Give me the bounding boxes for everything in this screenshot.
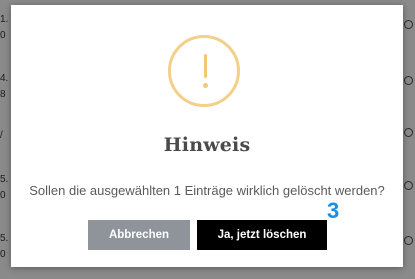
background-text-fragment: 4.	[0, 73, 9, 84]
dialog-message: Sollen die ausgewählten 1 Einträge wirkl…	[29, 183, 385, 198]
background-text-fragment: 8	[0, 89, 6, 100]
background-radio-icon	[404, 128, 413, 137]
step-number-annotation: 3	[327, 198, 340, 223]
background-text-fragment: 0	[0, 30, 6, 41]
background-text-fragment: 1.	[0, 14, 9, 25]
background-radio-icon	[404, 76, 413, 85]
background-radio-icon	[404, 236, 413, 245]
background-text-fragment: 0	[0, 190, 6, 201]
confirm-delete-dialog: Hinweis Sollen die ausgewählten 1 Einträ…	[11, 5, 403, 267]
background-text-fragment: /	[0, 130, 3, 141]
background-text-fragment: 0	[0, 249, 6, 260]
background-text-fragment: 5.	[0, 174, 9, 185]
background-radio-icon	[404, 20, 413, 29]
background-right-strip	[401, 0, 415, 279]
background-radio-icon	[404, 181, 413, 190]
dialog-title: Hinweis	[163, 134, 251, 156]
exclamation-bar	[204, 54, 207, 78]
background-text-fragment: 5.	[0, 233, 9, 244]
warning-exclamation-icon	[168, 35, 240, 107]
confirm-delete-button[interactable]: Ja, jetzt löschen	[197, 220, 327, 250]
exclamation-dot	[203, 83, 208, 88]
cancel-button[interactable]: Abbrechen	[88, 220, 190, 250]
